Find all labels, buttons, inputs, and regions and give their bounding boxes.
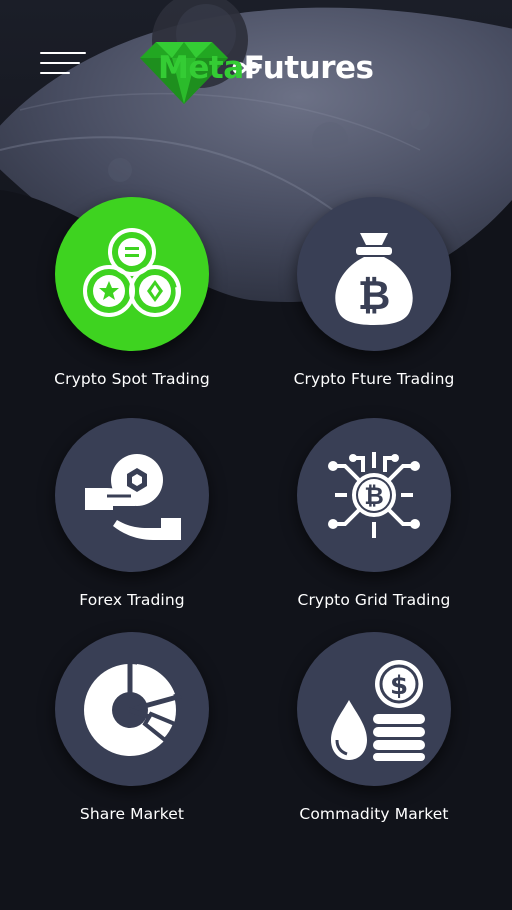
logo-text-futures: Futures [243, 50, 374, 86]
logo-wordmark: MetaFutures [158, 50, 374, 86]
svg-text:₿: ₿ [364, 482, 384, 510]
tile-commodity-market[interactable]: $ Commadity Market [254, 632, 494, 823]
tile-label: Commadity Market [299, 805, 449, 823]
svg-text:₿: ₿ [358, 273, 391, 319]
svg-text:$: $ [390, 671, 408, 701]
tile-icon-circle [55, 418, 209, 572]
tile-icon-circle: ₿ [297, 418, 451, 572]
tile-crypto-grid-trading[interactable]: ₿ Crypto Grid Trading [254, 418, 494, 609]
menu-line [40, 52, 86, 54]
tile-icon-circle: $ [297, 632, 451, 786]
hand-coin-exchange-icon [85, 454, 181, 540]
tile-icon-circle [55, 632, 209, 786]
menu-line [40, 62, 80, 64]
tile-label: Forex Trading [79, 591, 185, 609]
tile-label: Crypto Spot Trading [54, 370, 210, 388]
tile-share-market[interactable]: Share Market [12, 632, 252, 823]
bitcoin-money-bag-icon: ₿ [335, 233, 413, 325]
logo-text-meta: Meta [158, 50, 244, 86]
hamburger-menu-icon[interactable] [40, 52, 86, 76]
tile-label: Crypto Grid Trading [297, 591, 451, 609]
tile-crypto-future-trading[interactable]: ₿ Crypto Fture Trading [254, 197, 494, 388]
tile-label: Share Market [79, 805, 185, 823]
tile-label: Crypto Fture Trading [293, 370, 455, 388]
menu-line [40, 72, 70, 74]
coins-icon [83, 228, 181, 317]
tile-icon-circle [55, 197, 209, 351]
tile-crypto-spot-trading[interactable]: Crypto Spot Trading [12, 197, 252, 388]
tile-forex-trading[interactable]: Forex Trading [12, 418, 252, 609]
tile-icon-circle: ₿ [297, 197, 451, 351]
bitcoin-circuit-icon: ₿ [328, 452, 420, 538]
oil-drop-coins-icon: $ [331, 660, 425, 761]
metafutures-logo: MetaFutures [136, 38, 396, 110]
pie-chart-icon [84, 660, 182, 756]
